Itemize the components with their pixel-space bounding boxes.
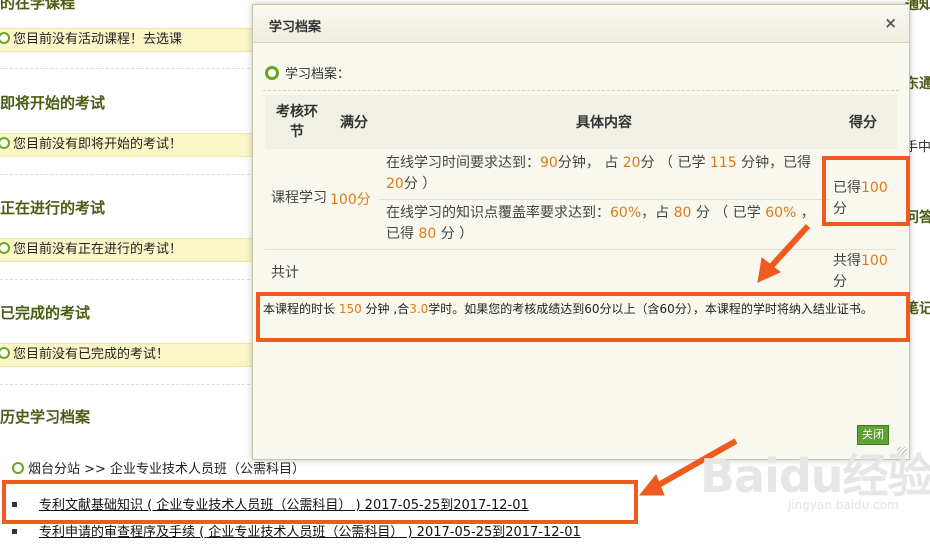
arrow-to-note-icon [765,223,811,273]
watermark-url: jingyan.baidu.com [788,498,899,512]
baidu-watermark: Baidu经验 jingyan.baidu.com [700,440,930,512]
watermark-brand: Baidu经验 [700,449,930,503]
arrow-head-icon [638,474,665,496]
